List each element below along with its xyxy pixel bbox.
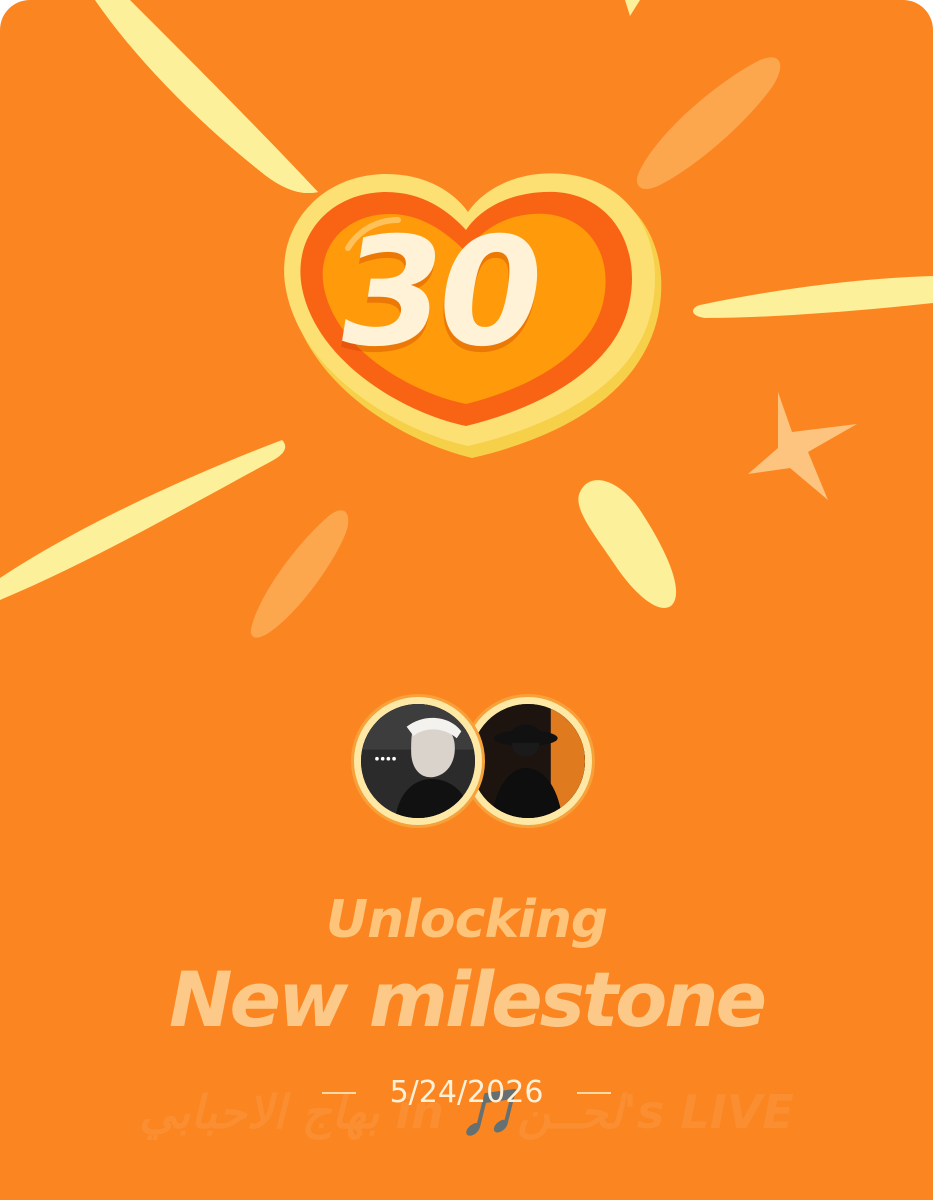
- ray-bottom-right: [578, 480, 677, 608]
- participant-avatars: [352, 697, 592, 832]
- ray-right: [693, 276, 933, 318]
- avatar: [354, 697, 482, 825]
- ray-top-edge: [625, 0, 640, 16]
- milestone-title: New milestone: [168, 955, 767, 1044]
- ray-faint-bottom-left: [250, 510, 349, 638]
- avatar: [464, 697, 592, 825]
- divider-left: [321, 1091, 356, 1094]
- ray-top-left-inner: [95, 0, 318, 194]
- divider-right: [577, 1091, 612, 1094]
- milestone-number: 30: [325, 206, 551, 380]
- unlocking-label: Unlocking: [325, 890, 608, 950]
- milestone-card: 30 Unlocking New milestone بهاج الاحبابي…: [0, 0, 933, 1200]
- user-photo-2: [471, 704, 585, 818]
- star-icon: [748, 392, 857, 500]
- milestone-date: 5/24/2026: [389, 1075, 544, 1110]
- user-photo-1: [361, 704, 475, 818]
- ray-left: [0, 440, 286, 600]
- date-row: 5/24/2026: [0, 1075, 933, 1110]
